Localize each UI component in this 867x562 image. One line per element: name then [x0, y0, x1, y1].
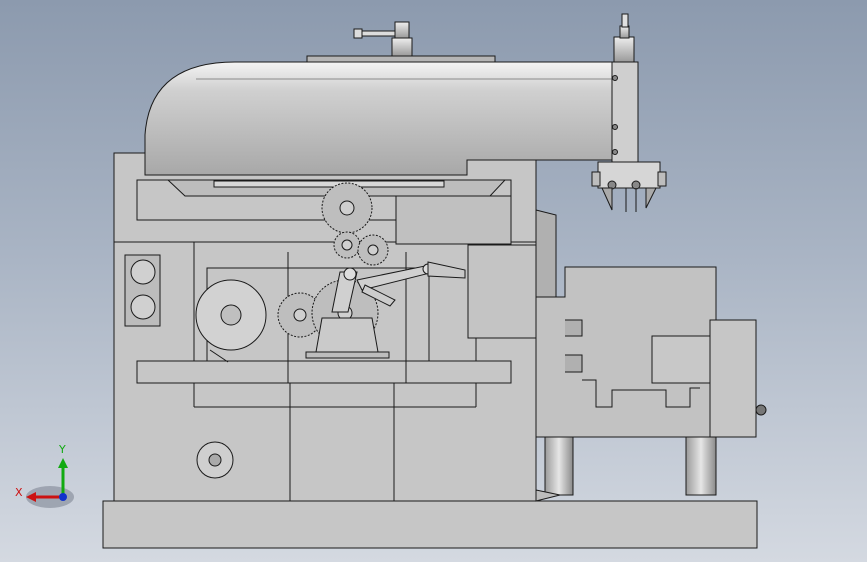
- top-feed-handle: [353, 21, 413, 57]
- table-leg-left: [544, 436, 574, 496]
- base-plate: [102, 500, 758, 549]
- triad-x-label: X: [15, 486, 23, 499]
- tool-post-clamp: [591, 161, 667, 212]
- cad-viewport[interactable]: Y X: [0, 0, 867, 562]
- shaper-machine-model: Y X: [15, 13, 767, 549]
- support-pillar: [289, 382, 395, 502]
- lower-table: [136, 360, 512, 384]
- triad-y-label: Y: [58, 443, 66, 456]
- table-leg-right: [685, 436, 717, 496]
- gear-stand: [315, 317, 379, 353]
- coordinate-triad: [26, 458, 74, 508]
